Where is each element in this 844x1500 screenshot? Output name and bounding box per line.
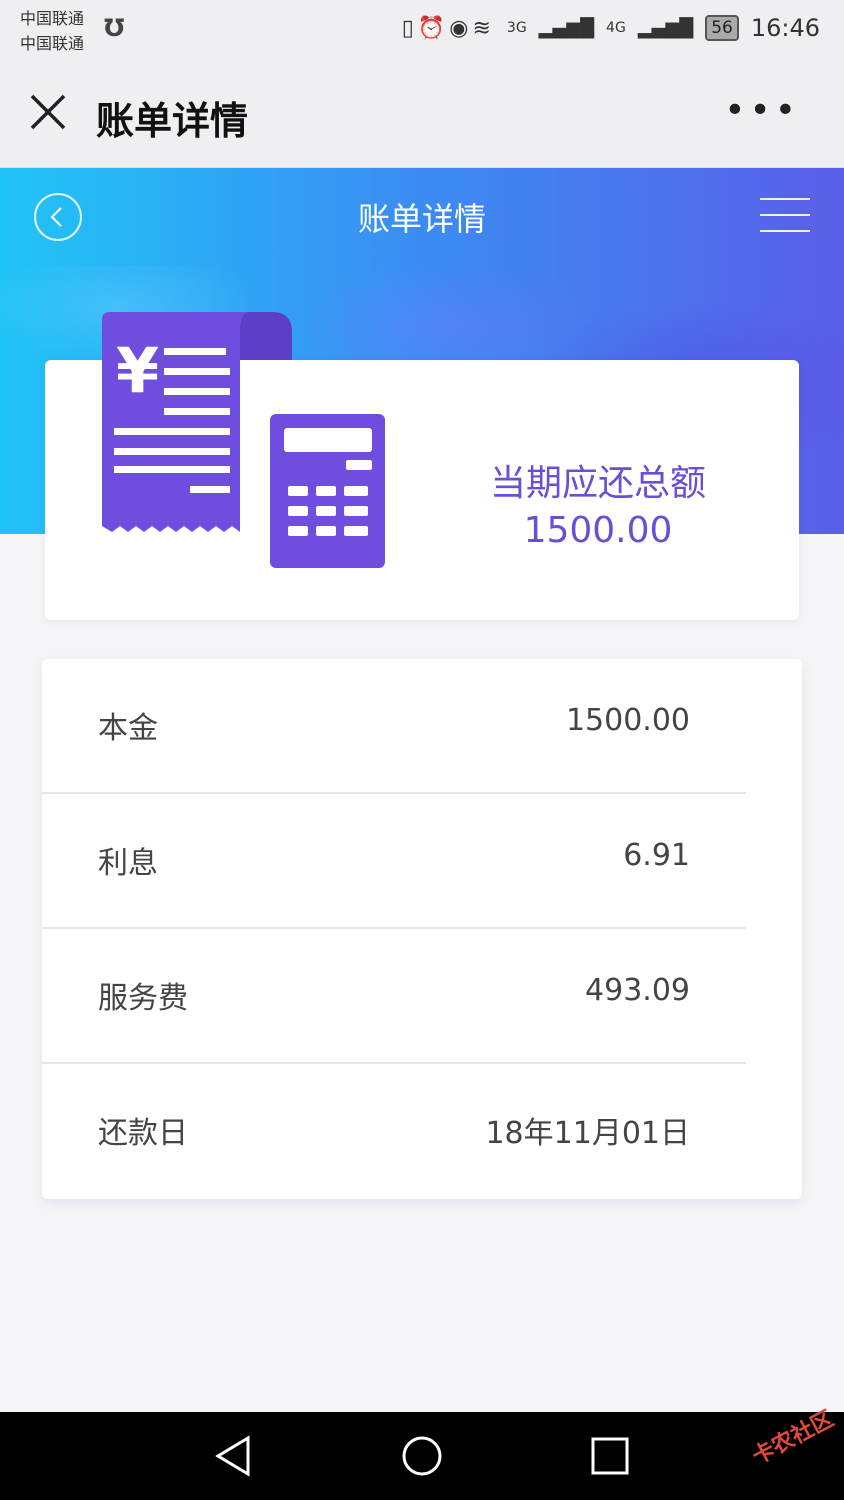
row-label: 利息 — [98, 846, 158, 881]
clock: 16:46 — [750, 14, 820, 42]
signal-icon: ▂▄▆█ — [538, 17, 595, 39]
status-bar: 中国联通 中国联通 Ʊ ▯⏰◉≋ 3G ▂▄▆█ 4G ▂▄▆█ 56 16:4… — [0, 0, 844, 60]
network-3g-label: 3G — [506, 20, 527, 36]
total-due-amount: 1500.00 — [523, 510, 673, 551]
row-label: 还款日 — [98, 1116, 188, 1151]
notification-icon: Ʊ — [104, 14, 125, 42]
row-value: 18年11月01日 — [485, 1116, 690, 1151]
menu-line — [760, 230, 810, 232]
page-title: 账单详情 — [357, 200, 486, 238]
row-value: 1500.00 — [565, 703, 690, 738]
status-right: ▯⏰◉≋ 3G ▂▄▆█ 4G ▂▄▆█ 56 16:46 — [402, 14, 820, 42]
menu-button[interactable] — [760, 198, 810, 234]
carrier-1: 中国联通 — [20, 9, 85, 28]
back-triangle-icon[interactable] — [212, 1434, 256, 1478]
svg-text:¥: ¥ — [116, 334, 159, 407]
menu-line — [760, 198, 810, 200]
recent-apps-square-icon[interactable] — [588, 1434, 632, 1478]
total-due-label: 当期应还总额 — [489, 463, 706, 504]
list-item-due-date: 还款日 18年11月01日 — [42, 1064, 746, 1199]
menu-line — [760, 214, 810, 216]
carrier-2: 中国联通 — [20, 34, 85, 53]
row-label: 服务费 — [98, 981, 188, 1016]
row-value: 6.91 — [623, 838, 690, 873]
row-value: 493.09 — [585, 973, 690, 1008]
list-item-service-fee: 服务费 493.09 — [42, 929, 746, 1064]
battery-icon: 56 — [705, 15, 739, 41]
android-nav-bar — [0, 1412, 844, 1500]
wechat-page-title: 账单详情 — [96, 99, 249, 143]
list-item-interest: 利息 6.91 — [42, 794, 746, 929]
receipt-calculator-icon: ¥ — [102, 312, 385, 568]
more-options-button[interactable]: ••• — [724, 90, 800, 131]
signal-icon-2: ▂▄▆█ — [637, 17, 694, 39]
network-4g-label: 4G — [606, 20, 626, 36]
wechat-nav-bar: 账单详情 ••• — [0, 60, 844, 168]
carrier-info: 中国联通 中国联通 — [20, 6, 84, 56]
close-icon[interactable] — [28, 92, 68, 132]
app-header: 账单详情 — [0, 168, 844, 266]
list-item-principal: 本金 1500.00 — [42, 659, 746, 794]
bill-detail-list: 本金 1500.00 利息 6.91 服务费 493.09 还款日 18年11月… — [42, 659, 802, 1199]
row-label: 本金 — [98, 711, 158, 746]
vibrate-alarm-eye-wifi-icons: ▯⏰◉≋ — [401, 15, 495, 41]
home-circle-icon[interactable] — [400, 1434, 444, 1478]
